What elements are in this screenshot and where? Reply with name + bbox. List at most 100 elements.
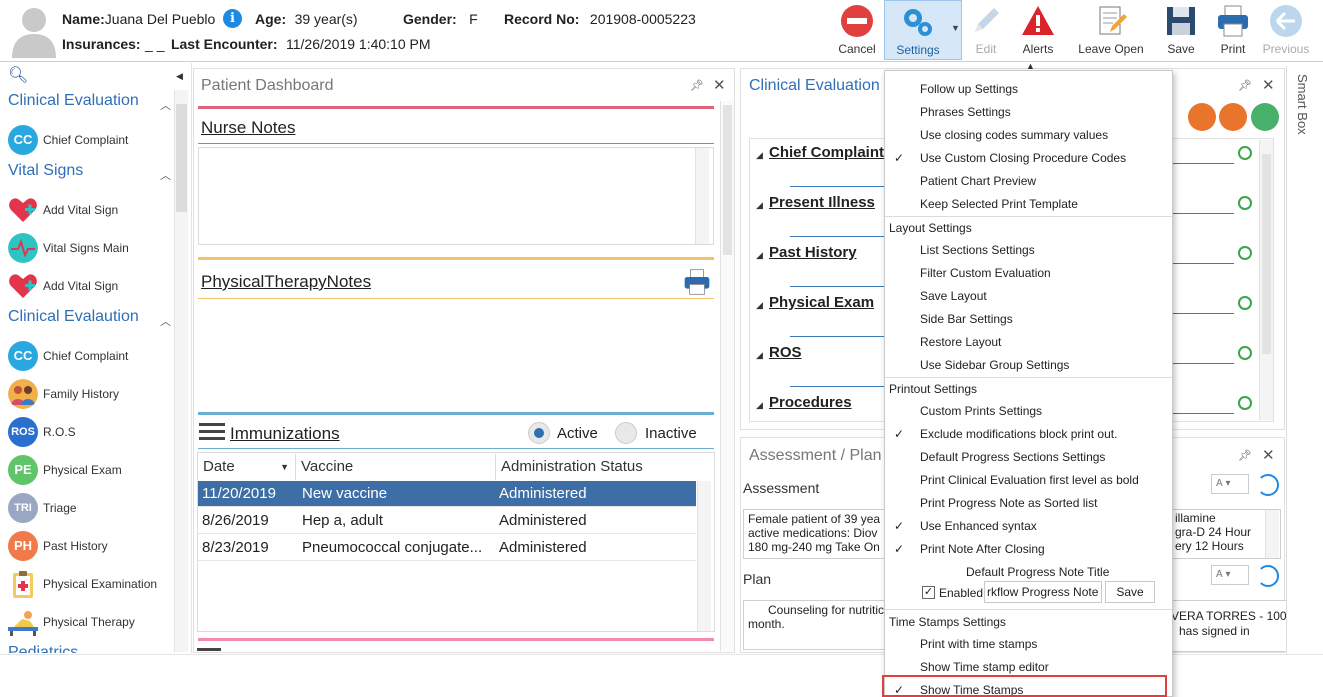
sidebar-group-clinical-evalaution[interactable]: Clinical Evalaution xyxy=(8,308,139,326)
chevron-up-icon[interactable]: ︿ xyxy=(160,97,171,113)
alarm-clock-icon[interactable] xyxy=(1238,346,1252,360)
close-icon[interactable]: ✕ xyxy=(713,76,726,94)
close-icon[interactable]: ✕ xyxy=(1262,76,1275,94)
refresh-icon[interactable] xyxy=(1257,565,1279,587)
table-row[interactable]: 8/26/2019 Hep a, adult Administered xyxy=(198,508,696,534)
previous-button[interactable]: Previous xyxy=(1262,0,1310,60)
chevron-down-icon[interactable]: ▼ xyxy=(951,23,960,33)
sidebar-item-family-history[interactable]: Family History xyxy=(8,377,178,411)
nurse-notes-scrollbar[interactable] xyxy=(695,148,709,244)
refresh-icon[interactable] xyxy=(1257,474,1279,496)
title-save-button[interactable]: Save xyxy=(1105,581,1155,603)
menu-item-time-stamp-editor[interactable]: Show Time stamp editor xyxy=(920,660,1049,674)
menu-item-print-time-stamps[interactable]: Print with time stamps xyxy=(920,637,1037,651)
inactive-radio[interactable] xyxy=(615,422,637,444)
smart-box-tab[interactable]: Smart Box xyxy=(1286,66,1323,654)
sidebar-item-ros[interactable]: ROS R.O.S xyxy=(8,415,178,449)
sidebar-item-label: Family History xyxy=(43,387,120,401)
cell-date: 8/23/2019 xyxy=(202,539,269,556)
text-format-dropdown[interactable]: A ▾ xyxy=(1211,565,1249,585)
save-button[interactable]: Save xyxy=(1158,0,1204,60)
menu-item-chart-preview[interactable]: Patient Chart Preview xyxy=(920,174,1036,188)
menu-item-follow-up[interactable]: Follow up Settings xyxy=(920,82,1018,96)
alerts-button[interactable]: Alerts xyxy=(1012,0,1064,60)
pt-notes-title[interactable]: PhysicalTherapyNotes xyxy=(201,272,371,292)
sidebar-item-past-history[interactable]: PH Past History xyxy=(8,529,178,563)
printer-icon[interactable] xyxy=(681,268,713,296)
column-header-status[interactable]: Administration Status xyxy=(496,454,696,480)
menu-item-print-bold[interactable]: Print Clinical Evaluation first level as… xyxy=(920,473,1139,487)
sidebar-item-physical-exam[interactable]: PE Physical Exam xyxy=(8,453,178,487)
menu-item-phrases[interactable]: Phrases Settings xyxy=(920,105,1011,119)
menu-item-closing-codes[interactable]: Use closing codes summary values xyxy=(920,128,1108,142)
last-encounter-value: 11/26/2019 1:40:10 PM xyxy=(286,36,431,52)
sidebar-item-vital-signs-main[interactable]: Vital Signs Main xyxy=(8,231,178,265)
menu-item-keep-template[interactable]: Keep Selected Print Template xyxy=(920,197,1078,211)
close-icon[interactable]: ✕ xyxy=(1262,446,1275,464)
text-format-dropdown[interactable]: A ▾ xyxy=(1211,474,1249,494)
menu-item-restore-layout[interactable]: Restore Layout xyxy=(920,335,1001,349)
settings-button[interactable]: Settings ▼ xyxy=(884,0,962,60)
clipboard-icon[interactable] xyxy=(1188,103,1216,131)
pencil-icon xyxy=(975,8,999,32)
search-icon[interactable]: 🔍︎ xyxy=(8,65,28,85)
alarm-clock-icon[interactable] xyxy=(1238,246,1252,260)
menu-item-default-sections[interactable]: Default Progress Sections Settings xyxy=(920,450,1105,464)
active-radio[interactable] xyxy=(528,422,550,444)
chevron-up-icon[interactable]: ︿ xyxy=(160,167,171,183)
nurse-notes-title[interactable]: Nurse Notes xyxy=(201,118,295,138)
print-button[interactable]: Print xyxy=(1210,0,1256,60)
sidebar-group-pediatrics[interactable]: Pediatrics xyxy=(8,644,78,653)
menu-item-save-layout[interactable]: Save Layout xyxy=(920,289,987,303)
menu-item-side-bar[interactable]: Side Bar Settings xyxy=(920,312,1013,326)
alarm-clock-icon[interactable] xyxy=(1238,296,1252,310)
menu-item-enhanced-syntax[interactable]: Use Enhanced syntax xyxy=(920,519,1037,533)
pin-icon[interactable]: 📌︎ xyxy=(1238,79,1252,92)
table-scrollbar[interactable] xyxy=(697,481,711,631)
alarm-clock-icon[interactable] xyxy=(1238,396,1252,410)
pin-icon[interactable]: 📌︎ xyxy=(690,79,704,92)
menu-item-print-after-closing[interactable]: Print Note After Closing xyxy=(920,542,1045,556)
menu-item-list-sections[interactable]: List Sections Settings xyxy=(920,243,1035,257)
sidebar-item-add-vital-sign[interactable]: Add Vital Sign xyxy=(8,193,178,227)
collapse-sidebar-icon[interactable]: ◀ xyxy=(176,71,183,82)
immunizations-title[interactable]: Immunizations xyxy=(230,424,340,444)
menu-icon[interactable] xyxy=(199,420,225,440)
sidebar-scrollbar[interactable] xyxy=(174,90,188,652)
sidebar-item-triage[interactable]: TRI Triage xyxy=(8,491,178,525)
sidebar-item-add-vital-sign-2[interactable]: Add Vital Sign xyxy=(8,269,178,303)
menu-item-exclude-mods[interactable]: Exclude modifications block print out. xyxy=(920,427,1117,441)
sidebar-item-chief-complaint[interactable]: CC Chief Complaint xyxy=(8,123,178,157)
assessment-scrollbar[interactable] xyxy=(1265,510,1279,558)
printer-icon[interactable] xyxy=(1251,103,1279,131)
menu-item-custom-prints[interactable]: Custom Prints Settings xyxy=(920,404,1042,418)
progress-title-input[interactable]: rkflow Progress Note xyxy=(984,581,1102,603)
edit-button[interactable]: Edit xyxy=(962,0,1010,60)
menu-icon[interactable] xyxy=(197,648,221,651)
table-row[interactable]: 8/23/2019 Pneumococcal conjugate... Admi… xyxy=(198,535,696,561)
save-icon[interactable] xyxy=(1219,103,1247,131)
menu-item-custom-closing[interactable]: Use Custom Closing Procedure Codes xyxy=(920,151,1126,165)
chevron-up-icon[interactable]: ︿ xyxy=(160,313,171,329)
menu-item-sidebar-group[interactable]: Use Sidebar Group Settings xyxy=(920,358,1069,372)
sidebar-item-physical-examination[interactable]: Physical Examination xyxy=(8,567,178,601)
nurse-notes-textarea[interactable] xyxy=(198,147,714,245)
plan-textarea[interactable]: Counseling for nutritic month. xyxy=(743,600,903,650)
alarm-clock-icon[interactable] xyxy=(1238,196,1252,210)
sidebar-item-chief-complaint-2[interactable]: CC Chief Complaint xyxy=(8,339,178,373)
table-row[interactable]: 11/20/2019 New vaccine Administered xyxy=(198,481,696,507)
sidebar-group-vital-signs[interactable]: Vital Signs xyxy=(8,162,83,180)
info-icon[interactable]: i xyxy=(223,9,242,28)
column-header-vaccine[interactable]: Vaccine xyxy=(296,454,496,480)
menu-item-sorted-list[interactable]: Print Progress Note as Sorted list xyxy=(920,496,1097,510)
pin-icon[interactable]: 📌︎ xyxy=(1238,449,1252,462)
leave-open-button[interactable]: Leave Open xyxy=(1076,0,1146,60)
sidebar-item-physical-therapy[interactable]: Physical Therapy xyxy=(8,605,178,639)
enabled-checkbox[interactable]: ✓ xyxy=(922,586,935,599)
clinical-eval-scrollbar[interactable] xyxy=(1259,140,1273,420)
column-header-date[interactable]: Date ▼ xyxy=(198,454,296,480)
alarm-clock-icon[interactable] xyxy=(1238,146,1252,160)
sidebar-group-clinical-evaluation[interactable]: Clinical Evaluation xyxy=(8,92,139,110)
menu-item-filter-eval[interactable]: Filter Custom Evaluation xyxy=(920,266,1051,280)
dashboard-scrollbar[interactable] xyxy=(720,101,734,651)
